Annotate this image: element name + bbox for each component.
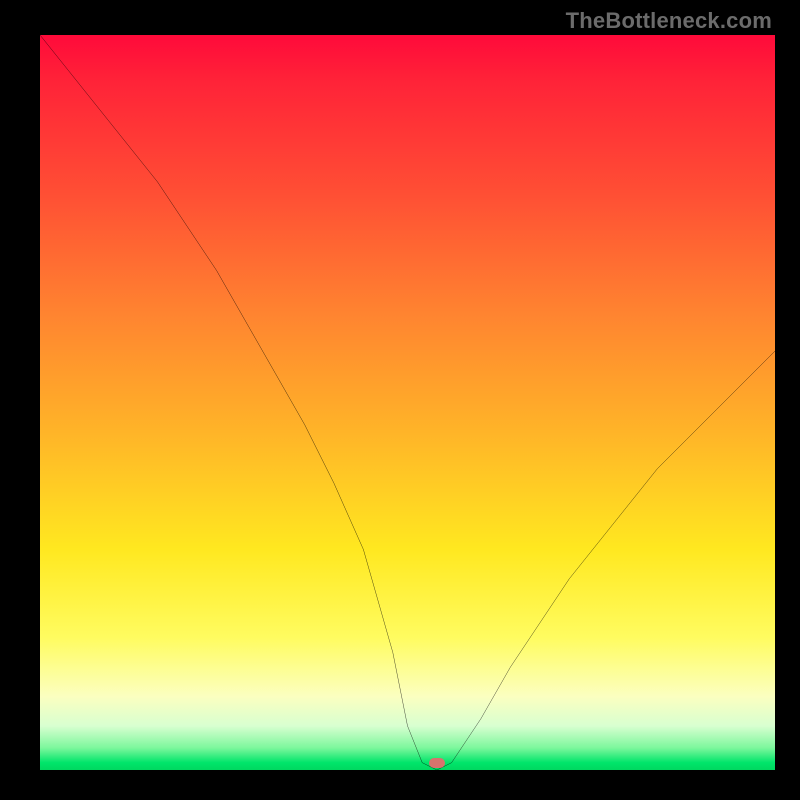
bottleneck-curve <box>40 35 775 770</box>
curve-path <box>40 35 775 770</box>
plot-area <box>40 35 775 770</box>
chart-container: TheBottleneck.com <box>0 0 800 800</box>
minimum-marker <box>429 758 445 768</box>
watermark-text: TheBottleneck.com <box>566 8 772 34</box>
